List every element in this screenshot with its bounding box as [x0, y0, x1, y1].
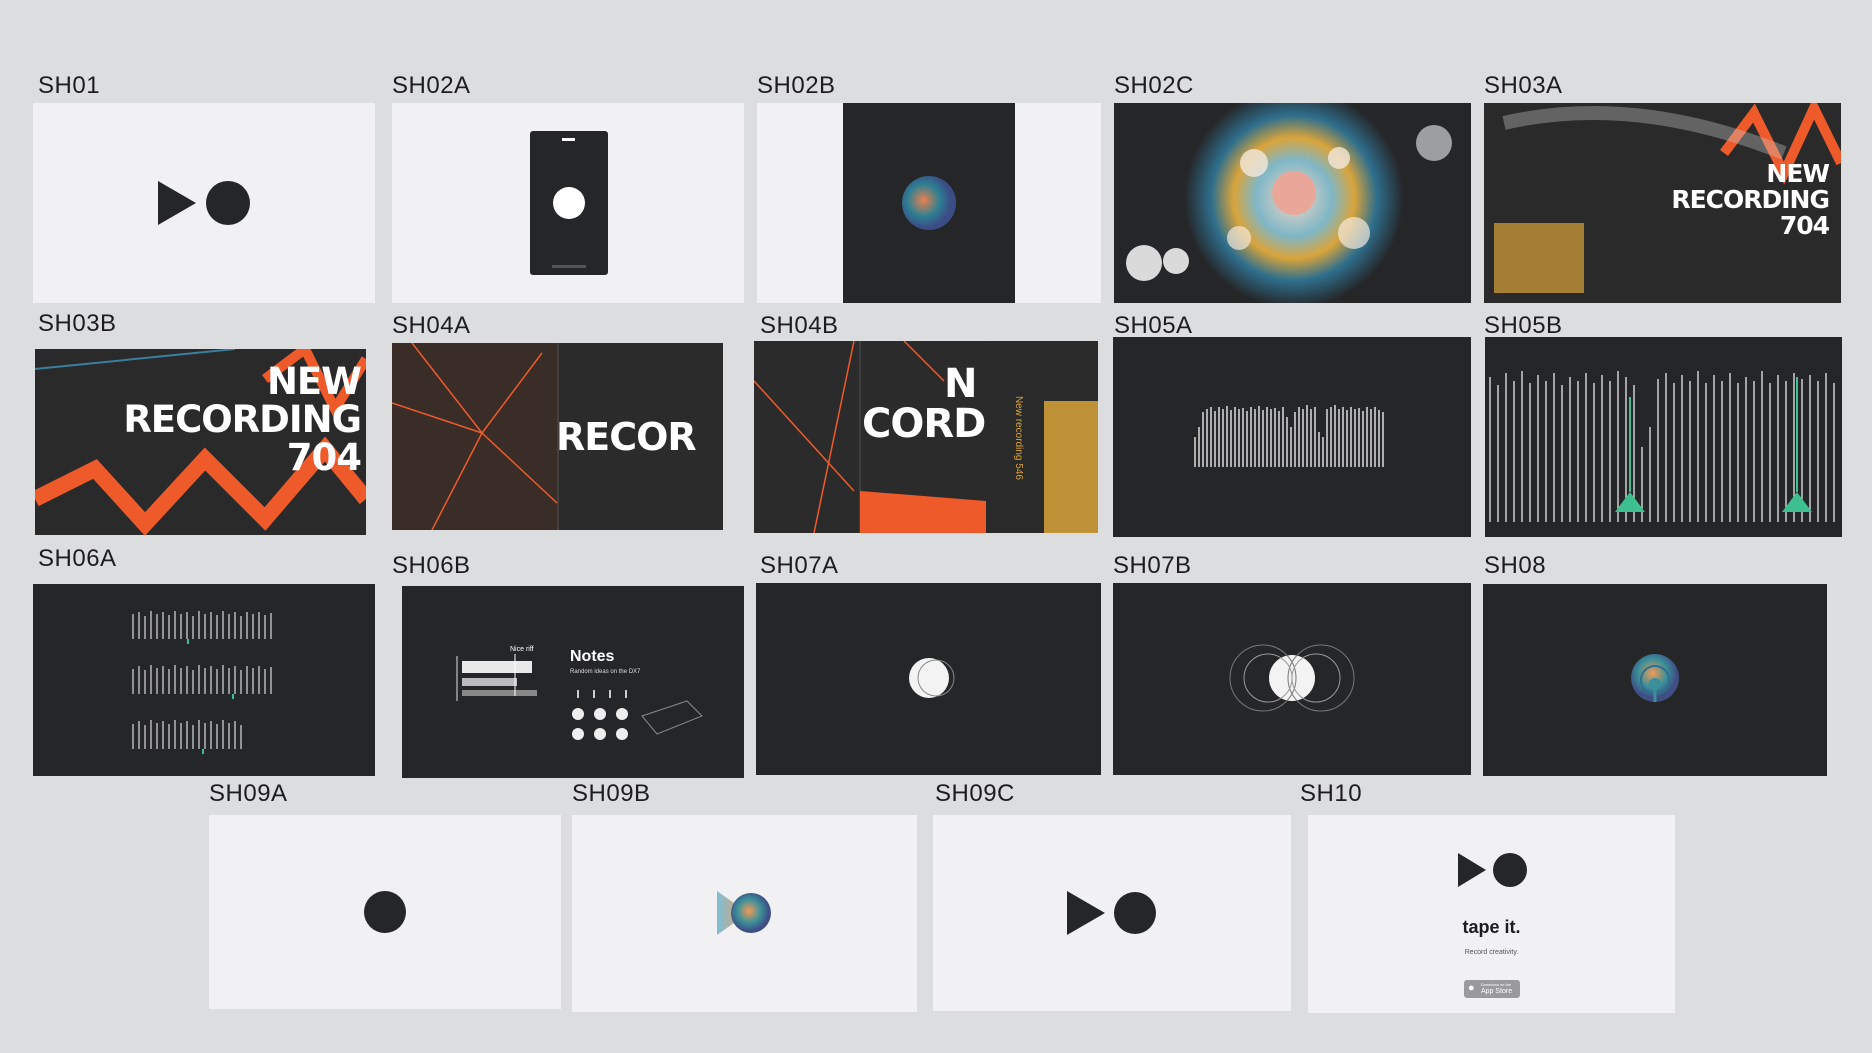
- shot-sh09c[interactable]: [933, 815, 1291, 1011]
- shot-label-sh06a: SH06A: [38, 545, 117, 572]
- vertical-recording-text: New recording 546: [1013, 396, 1024, 480]
- waveform-icon: [1194, 405, 1384, 467]
- shot-sh02c[interactable]: [1114, 103, 1471, 303]
- shot-sh04a[interactable]: RECOR: [392, 343, 723, 530]
- gradient-listening-icon: [1631, 654, 1679, 702]
- marker-start-icon: [1615, 492, 1645, 512]
- app-store-badge[interactable]: ● Download on the App Store: [1464, 980, 1520, 998]
- shot-label-sh08: SH08: [1484, 552, 1547, 579]
- recording-title-number: 704: [1779, 211, 1830, 240]
- record-orb-icon: [909, 658, 955, 698]
- waveform-markers-icon: [1489, 371, 1835, 522]
- app-store-small-label: Download on the: [1481, 982, 1512, 987]
- recording-title-word: RECORDING: [1671, 185, 1830, 214]
- shot-label-sh07b: SH07B: [1113, 552, 1192, 579]
- shot-label-sh01: SH01: [38, 72, 101, 99]
- phone-icon: [530, 131, 608, 275]
- shot-sh09a[interactable]: [209, 815, 561, 1009]
- app-store-label: App Store: [1481, 988, 1513, 995]
- recording-partial-cord: CORD: [862, 401, 986, 447]
- apple-icon: ●: [1468, 982, 1475, 994]
- recording-title-new: NEW: [1766, 159, 1830, 188]
- shot-label-sh02a: SH02A: [392, 72, 471, 99]
- shot-sh05b[interactable]: [1485, 337, 1842, 537]
- shot-sh07a[interactable]: [756, 583, 1101, 775]
- shot-label-sh02b: SH02B: [757, 72, 836, 99]
- particle-burst-icon: [1126, 103, 1452, 303]
- shot-label-sh02c: SH02C: [1114, 72, 1194, 99]
- shot-sh09b[interactable]: [572, 815, 917, 1012]
- shot-sh02a[interactable]: [392, 103, 744, 303]
- shot-sh03a[interactable]: NEW RECORDING 704: [1484, 103, 1841, 303]
- shot-label-sh04a: SH04A: [392, 312, 471, 339]
- shot-label-sh06b: SH06B: [392, 552, 471, 579]
- shot-sh06b[interactable]: Nice riff Notes Random ideas on the DX7: [402, 586, 744, 778]
- shot-label-sh09c: SH09C: [935, 780, 1015, 807]
- tape-it-logo-icon: [1458, 853, 1527, 887]
- three-waveforms-icon: [132, 611, 272, 754]
- shot-sh08[interactable]: [1483, 584, 1827, 776]
- shot-sh04b[interactable]: N CORD New recording 546: [754, 341, 1098, 533]
- recording-title-word: RECORDING: [123, 398, 362, 441]
- shot-label-sh03b: SH03B: [38, 310, 117, 337]
- notes-title: Notes: [570, 648, 615, 665]
- notes-subtitle: Random ideas on the DX7: [570, 669, 641, 675]
- recording-title-number: 704: [286, 436, 362, 479]
- recording-title-new: NEW: [266, 360, 362, 403]
- shot-label-sh10: SH10: [1300, 780, 1363, 807]
- play-record-logo-icon: [158, 181, 250, 225]
- shot-sh06a[interactable]: [33, 584, 375, 776]
- shot-sh05a[interactable]: [1113, 337, 1471, 537]
- play-record-logo-icon: [1067, 891, 1156, 935]
- record-dot-icon: [364, 891, 406, 933]
- app-name: tape it.: [1462, 917, 1521, 937]
- app-tagline: Record creativity.: [1464, 949, 1519, 956]
- shot-label-sh09b: SH09B: [572, 780, 651, 807]
- shot-sh01[interactable]: [33, 103, 375, 303]
- shot-label-sh05b: SH05B: [1484, 312, 1563, 339]
- shot-sh03b[interactable]: NEW RECORDING 704: [35, 349, 366, 535]
- shot-sh07b[interactable]: [1113, 583, 1471, 775]
- shot-label-sh09a: SH09A: [209, 780, 288, 807]
- shot-label-sh05a: SH05A: [1114, 312, 1193, 339]
- gradient-play-record-icon: [717, 891, 771, 935]
- notes-tag: Nice riff: [510, 646, 534, 653]
- gradient-orb-icon: [902, 176, 956, 230]
- shot-label-sh03a: SH03A: [1484, 72, 1563, 99]
- recording-partial-text: RECOR: [556, 415, 697, 459]
- shot-label-sh04b: SH04B: [760, 312, 839, 339]
- shot-sh02b[interactable]: [757, 103, 1101, 303]
- notes-widgets-icon: [456, 654, 703, 740]
- record-rings-icon: [1229, 644, 1355, 712]
- shot-sh10[interactable]: tape it. Record creativity. ● Download o…: [1308, 815, 1675, 1013]
- shot-label-sh07a: SH07A: [760, 552, 839, 579]
